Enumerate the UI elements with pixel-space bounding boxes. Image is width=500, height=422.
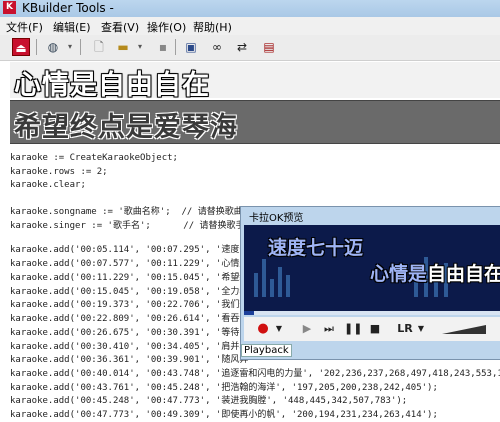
code-line: karaoke.add('00:19.373', '00:22.706', '我… bbox=[10, 300, 249, 310]
toolbar-separator bbox=[80, 39, 81, 55]
lyric-text-line2: 希望终点是爱琴海 bbox=[14, 112, 238, 143]
chevron-down-icon[interactable]: ▾ bbox=[131, 38, 149, 56]
toolbar-separator bbox=[36, 39, 37, 55]
spectrum-bar bbox=[278, 267, 282, 297]
code-line: karaoke.rows := 2; bbox=[10, 167, 108, 177]
preview-screen: 速度七十迈 心情是自由自在 bbox=[244, 225, 500, 311]
exit-icon[interactable]: ⏏ bbox=[12, 38, 30, 56]
chevron-down-icon[interactable]: ▼ bbox=[416, 321, 426, 337]
record-icon[interactable]: ● bbox=[256, 321, 270, 337]
kbuilder-logo-icon: K bbox=[3, 1, 16, 14]
save-all-icon[interactable]: ▣ bbox=[182, 38, 200, 56]
new-file-icon[interactable]: 🗋 bbox=[90, 38, 108, 56]
playback-controls: ● ▼ ▶ ⏭ ❚❚ ■ LR ▼ bbox=[244, 317, 500, 341]
menu-view[interactable]: 查看(V) bbox=[101, 19, 139, 35]
globe-icon[interactable]: ◍ bbox=[44, 38, 62, 56]
stop-icon[interactable]: ■ bbox=[368, 321, 382, 337]
preview-line1: 速度七十迈 bbox=[268, 237, 364, 259]
next-icon[interactable]: ⏭ bbox=[322, 321, 336, 337]
binoculars-icon[interactable]: ∞ bbox=[208, 38, 226, 56]
lyric-preview-line1: 心情是自由自在 bbox=[10, 62, 500, 101]
code-line: karaoke.add('00:45.248', '00:47.773', '装… bbox=[10, 396, 408, 406]
volume-wedge-icon bbox=[442, 325, 486, 334]
code-line: karaoke.add('00:15.045', '00:19.058', '全… bbox=[10, 287, 249, 297]
popup-title: 卡拉OK预览 bbox=[249, 213, 304, 224]
spectrum-bar bbox=[286, 275, 290, 297]
playback-tab[interactable]: Playback bbox=[241, 344, 292, 357]
code-line: karaoke.add('00:26.675', '00:30.391', '等… bbox=[10, 328, 249, 338]
window-title: KBuilder Tools - bbox=[22, 1, 114, 15]
play-icon[interactable]: ▶ bbox=[300, 321, 314, 337]
code-line: karaoke := CreateKaraokeObject; bbox=[10, 153, 178, 163]
toolbar-separator bbox=[175, 39, 176, 55]
playback-progress-fill bbox=[244, 311, 255, 315]
code-line: karaoke.add('00:36.361', '00:39.901', '随… bbox=[10, 355, 249, 365]
volume-slider[interactable] bbox=[440, 321, 488, 337]
menu-bar: 文件(F) 编辑(E) 查看(V) 操作(O) 帮助(H) bbox=[0, 17, 500, 35]
code-line: karaoke.songname := '歌曲名称'; // 请替换歌曲 bbox=[10, 207, 243, 217]
spectrum-bar bbox=[270, 279, 274, 297]
menu-file[interactable]: 文件(F) bbox=[6, 19, 43, 35]
menu-edit[interactable]: 编辑(E) bbox=[53, 19, 91, 35]
properties-icon[interactable]: ▤ bbox=[260, 38, 278, 56]
preview-line2: 心情是自由自在 bbox=[370, 259, 500, 286]
toolbar: ⏏ ◍ ▾ 🗋 ▬ ▾ ▪ ▣ ∞ ⇄ ▤ bbox=[0, 35, 500, 61]
spectrum-bar bbox=[262, 259, 266, 297]
lyric-text-line1: 心情是自由自在 bbox=[14, 70, 210, 101]
sung-text: 心情是 bbox=[370, 263, 428, 285]
chevron-down-icon[interactable]: ▼ bbox=[274, 321, 284, 337]
pause-icon[interactable]: ❚❚ bbox=[344, 321, 362, 337]
code-line: karaoke.add('00:40.014', '00:43.748', '追… bbox=[10, 369, 500, 379]
title-bar: K KBuilder Tools - bbox=[0, 0, 500, 17]
code-line: karaoke.clear; bbox=[10, 180, 86, 190]
lr-channel-label[interactable]: LR bbox=[396, 321, 414, 337]
karaoke-preview-window[interactable]: 卡拉OK预览 速度七十迈 心情是自由自在 ● ▼ ▶ ⏭ ❚❚ ■ LR ▼ P… bbox=[240, 206, 500, 360]
spectrum-bar bbox=[254, 273, 258, 297]
find-replace-icon[interactable]: ⇄ bbox=[233, 38, 251, 56]
code-line: karaoke.add('00:30.410', '00:34.405', '肩… bbox=[10, 342, 249, 352]
open-folder-icon[interactable]: ▬ bbox=[114, 38, 132, 56]
code-line: karaoke.add('00:22.809', '00:26.614', '看… bbox=[10, 314, 249, 324]
playback-progress[interactable] bbox=[244, 311, 500, 315]
save-icon[interactable]: ▪ bbox=[154, 38, 172, 56]
code-line: karaoke.add('00:11.229', '00:15.045', '希… bbox=[10, 273, 249, 283]
code-line: karaoke.add('00:07.577', '00:11.229', '心… bbox=[10, 259, 249, 269]
code-line: karaoke.add('00:43.761', '00:45.248', '把… bbox=[10, 383, 438, 393]
lyric-preview-line2: 希望终点是爱琴海 bbox=[10, 100, 500, 144]
chevron-down-icon[interactable]: ▾ bbox=[61, 38, 79, 56]
code-line: karaoke.singer := '歌手名'; // 请替换歌手 bbox=[10, 221, 245, 231]
menu-help[interactable]: 帮助(H) bbox=[193, 19, 232, 35]
code-line: karaoke.add('00:05.114', '00:07.295', '速… bbox=[10, 245, 249, 255]
menu-action[interactable]: 操作(O) bbox=[147, 19, 186, 35]
unsung-text: 自由自在 bbox=[427, 263, 500, 285]
